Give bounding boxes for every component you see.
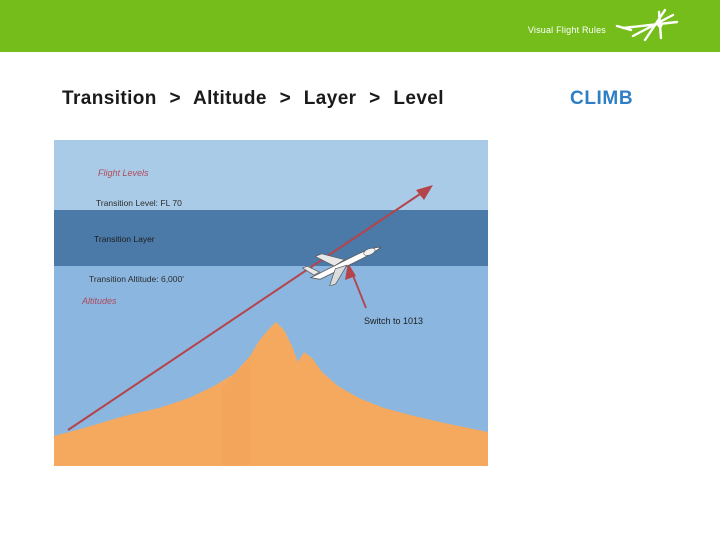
breadcrumb-item-level: Level [393, 88, 444, 109]
breadcrumb: Transition > Altitude > Layer > Level [62, 88, 444, 110]
header-title: Visual Flight Rules [527, 25, 606, 35]
breadcrumb-item-transition: Transition [62, 88, 157, 109]
breadcrumb-separator: > [279, 88, 292, 109]
breadcrumb-item-altitude: Altitude [192, 88, 267, 109]
breadcrumb-separator: > [169, 88, 181, 109]
breadcrumb-item-layer: Layer [303, 88, 357, 109]
breadcrumb-separator: > [369, 88, 381, 109]
header-band: Visual Flight Rules [0, 0, 720, 52]
propeller-logo-icon [615, 6, 685, 46]
airplane-icon [301, 246, 382, 286]
phase-label-climb: CLIMB [570, 88, 634, 109]
transition-altitude-diagram: Flight Levels Transition Level: FL 70 Tr… [54, 140, 488, 466]
diagram-arrows [67, 185, 433, 431]
climb-arrow-icon [67, 185, 433, 431]
